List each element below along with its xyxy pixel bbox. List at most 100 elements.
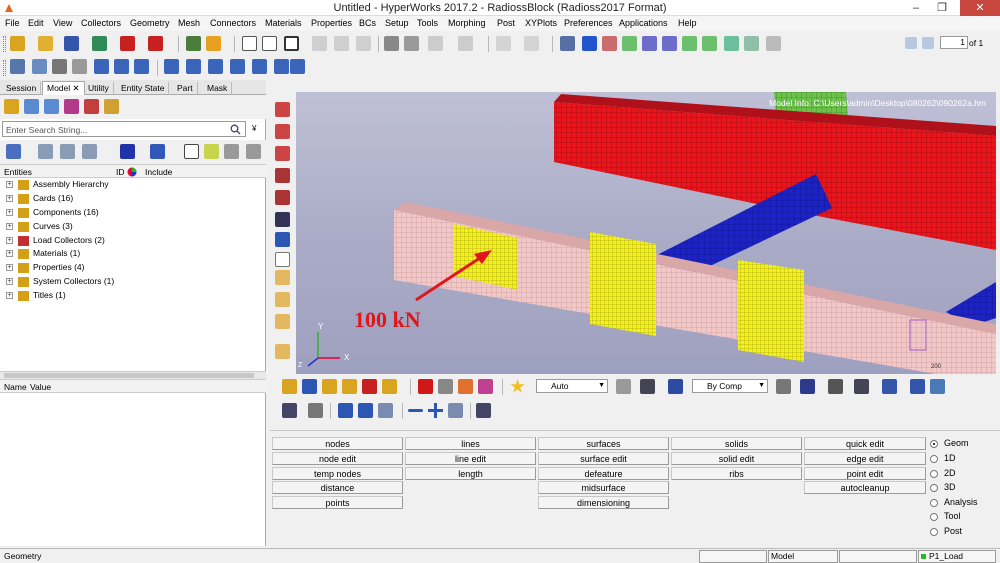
expand-icon[interactable]: +: [6, 222, 13, 230]
view-xz-icon[interactable]: [642, 36, 657, 51]
zoom-window-icon[interactable]: [10, 59, 25, 74]
menu-mesh[interactable]: Mesh: [178, 18, 200, 28]
unmask-icon[interactable]: [458, 379, 473, 394]
search-input[interactable]: Enter Search String...: [2, 121, 246, 137]
label-mesh-icon[interactable]: [275, 270, 290, 285]
images-icon[interactable]: [206, 36, 221, 51]
view-one-icon[interactable]: [246, 144, 261, 159]
open-model-icon[interactable]: [10, 36, 25, 51]
view-back-icon[interactable]: [274, 59, 289, 74]
menu-properties[interactable]: Properties: [311, 18, 352, 28]
label-abc-icon[interactable]: [275, 292, 290, 307]
grid-icon[interactable]: [910, 379, 925, 394]
panel-solid-edit-button[interactable]: solid edit: [671, 452, 802, 465]
material-view-icon[interactable]: [64, 99, 79, 114]
select-cursor-icon[interactable]: [184, 144, 199, 159]
label-abc2-icon[interactable]: [275, 314, 290, 329]
expand-icon[interactable]: +: [6, 194, 13, 202]
minus-icon[interactable]: [408, 409, 423, 412]
center-icon[interactable]: [52, 59, 67, 74]
view-xy-bottom-icon[interactable]: [622, 36, 637, 51]
camera-view-icon[interactable]: [290, 59, 305, 74]
panel-line-edit-button[interactable]: line edit: [405, 452, 536, 465]
menu-help[interactable]: Help: [678, 18, 697, 28]
shade-icon[interactable]: [882, 379, 897, 394]
attach-icon[interactable]: [382, 379, 397, 394]
expand-icon[interactable]: +: [6, 250, 13, 258]
close-icon[interactable]: ✕: [73, 83, 80, 93]
entities-column-header[interactable]: Entities: [4, 167, 32, 177]
numbers-icon[interactable]: [275, 252, 290, 267]
include-view-icon[interactable]: [104, 99, 119, 114]
menu-setup[interactable]: Setup: [385, 18, 409, 28]
menu-morphing[interactable]: Morphing: [448, 18, 486, 28]
close-button[interactable]: ✕: [960, 0, 1000, 16]
visualization-icon[interactable]: [640, 379, 655, 394]
minimize-button[interactable]: –: [904, 0, 928, 16]
delete-icon[interactable]: [418, 379, 433, 394]
rotate-view-icon[interactable]: [744, 36, 759, 51]
pan-icon[interactable]: [72, 59, 87, 74]
image-capture-icon[interactable]: [275, 344, 290, 359]
tree-item-components[interactable]: + Components (16): [0, 206, 266, 220]
panel-node-edit-button[interactable]: node edit: [272, 452, 403, 465]
view-xy-top-icon[interactable]: [602, 36, 617, 51]
tab-utility[interactable]: Utility: [84, 82, 114, 95]
tree-item-curves[interactable]: + Curves (3): [0, 220, 266, 234]
panel-distance-button[interactable]: distance: [272, 481, 403, 494]
menu-geometry[interactable]: Geometry: [130, 18, 170, 28]
scrollbar-thumb[interactable]: [4, 373, 254, 378]
panel-solids-button[interactable]: solids: [671, 437, 802, 450]
panel-point-edit-button[interactable]: point edit: [804, 467, 926, 480]
user-profile-icon[interactable]: [186, 36, 201, 51]
tree-item-properties[interactable]: + Properties (4): [0, 261, 266, 275]
export-icon[interactable]: [92, 36, 107, 51]
shrink-icon[interactable]: [275, 212, 290, 227]
view-front-icon[interactable]: [252, 59, 267, 74]
panel-temp-nodes-button[interactable]: temp nodes: [272, 467, 403, 480]
search-options-icon[interactable]: ¥: [252, 124, 256, 133]
mesh-icon[interactable]: [302, 379, 317, 394]
panel-points-button[interactable]: points: [272, 496, 403, 509]
previous-view-icon[interactable]: [582, 36, 597, 51]
view-iso-icon[interactable]: [682, 36, 697, 51]
wireframe-icon[interactable]: [776, 379, 791, 394]
plus-icon[interactable]: [428, 403, 443, 418]
tree-item-assembly-hierarchy[interactable]: + Assembly Hierarchy: [0, 178, 266, 192]
graphics-viewport[interactable]: Model Info: C:\Users\admin\Desktop\08026…: [296, 92, 996, 374]
new-window-icon[interactable]: [242, 36, 257, 51]
zoom-icon[interactable]: [32, 59, 47, 74]
panel-lines-button[interactable]: lines: [405, 437, 536, 450]
tree-item-titles[interactable]: + Titles (1): [0, 289, 266, 303]
bycomp-dropdown[interactable]: By Comp ▼: [692, 379, 768, 393]
color-wheel-icon[interactable]: [127, 167, 137, 177]
arrow-left-icon[interactable]: [338, 403, 353, 418]
export-ppt-icon[interactable]: [148, 36, 163, 51]
hide-icon[interactable]: [60, 144, 75, 159]
export-solver-icon[interactable]: [120, 36, 135, 51]
expand-icon[interactable]: +: [6, 292, 13, 300]
cube-icon[interactable]: [668, 379, 683, 394]
component-icon[interactable]: [282, 379, 297, 394]
panel-ribs-button[interactable]: ribs: [671, 467, 802, 480]
menu-file[interactable]: File: [5, 18, 20, 28]
elements-wireframe-icon[interactable]: [275, 146, 290, 161]
view-plus-minus-icon[interactable]: [224, 144, 239, 159]
tree-item-materials[interactable]: + Materials (1): [0, 247, 266, 261]
panel-midsurface-button[interactable]: midsurface: [538, 481, 669, 494]
panel-edge-edit-button[interactable]: edge edit: [804, 452, 926, 465]
find-icon[interactable]: [560, 36, 575, 51]
tree-item-cards[interactable]: + Cards (16): [0, 192, 266, 206]
geometry-shaded-icon[interactable]: [275, 168, 290, 183]
expand-icon[interactable]: +: [6, 278, 13, 286]
tab-session[interactable]: Session: [2, 82, 42, 95]
view-right-icon[interactable]: [186, 59, 201, 74]
tab-mask[interactable]: Mask: [203, 82, 233, 95]
id-column-header[interactable]: ID: [116, 167, 125, 177]
isolate-icon[interactable]: [82, 144, 97, 159]
show-icon[interactable]: [38, 144, 53, 159]
include-column-header[interactable]: Include: [145, 167, 172, 177]
rotate-icon[interactable]: [134, 59, 149, 74]
toolbar-grip[interactable]: [3, 60, 6, 76]
menu-preferences[interactable]: Preferences: [564, 18, 613, 28]
